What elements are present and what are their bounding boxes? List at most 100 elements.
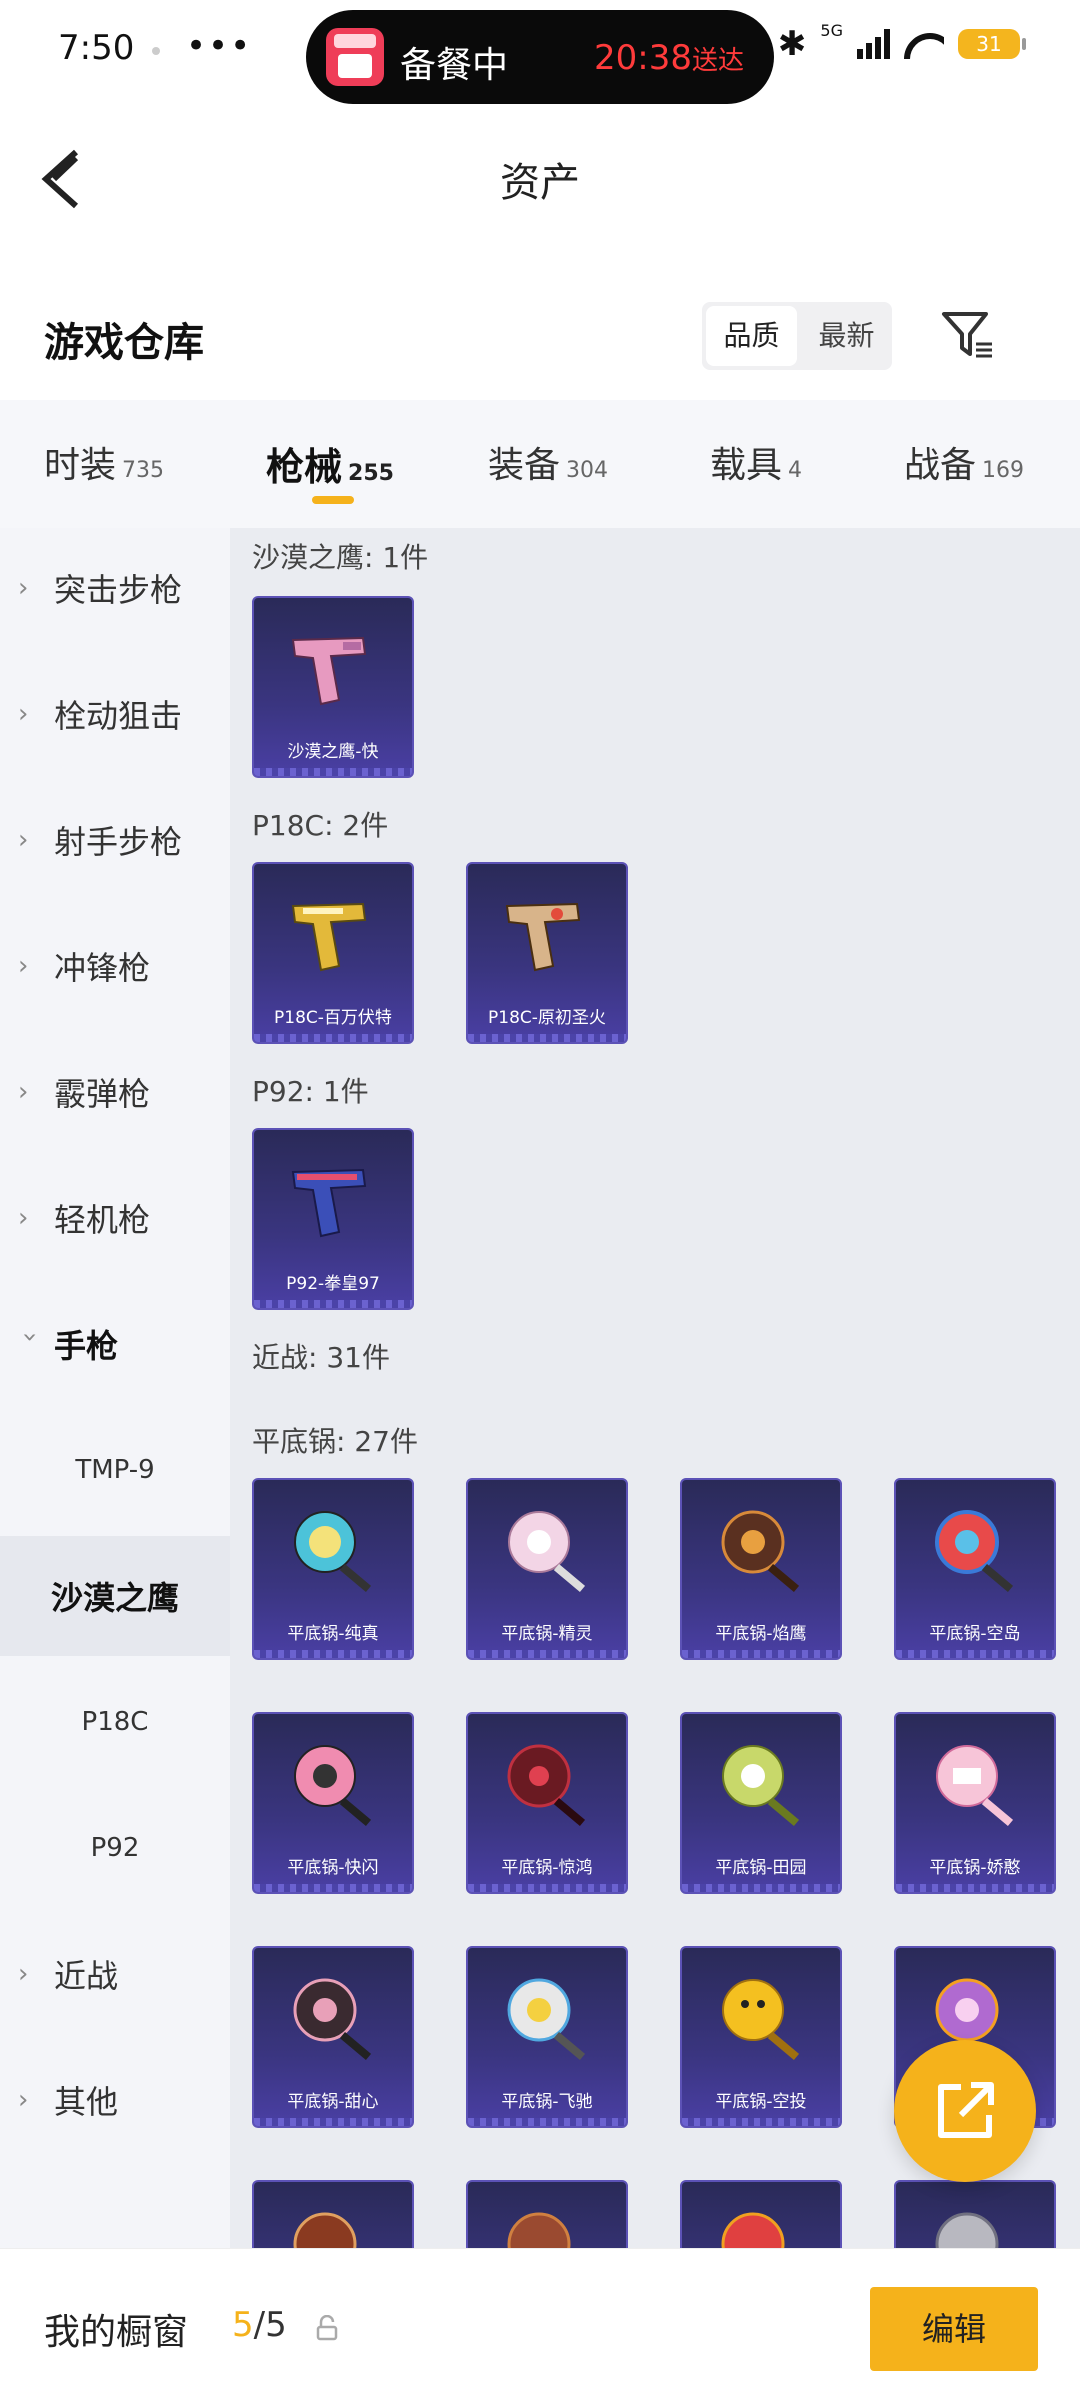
item-name: 平底锅-惊鸿	[501, 1858, 593, 1878]
item-card[interactable]: 平底锅-飞驰	[466, 1946, 628, 2128]
chevron-down-icon: ›	[15, 1332, 45, 1343]
sidebar-item-pistol[interactable]: › 手枪	[0, 1284, 230, 1404]
showcase-label: 我的橱窗	[44, 2312, 189, 2353]
pistol-icon	[505, 902, 581, 972]
sidebar-subitem-p92[interactable]: P92	[0, 1788, 230, 1908]
tab-supplies[interactable]: 战备 169	[904, 436, 1024, 488]
frying-pan-icon	[294, 1511, 372, 1592]
pistol-icon	[291, 636, 367, 706]
item-card[interactable]: P18C-百万伏特	[252, 862, 414, 1044]
pistol-icon	[291, 1168, 367, 1238]
item-name: 平底锅-空投	[715, 2092, 807, 2112]
more-dots-icon: •••	[186, 26, 253, 66]
sidebar-item-assault-rifle[interactable]: › 突击步枪	[0, 528, 230, 648]
sort-toggle: 品质 最新	[702, 302, 892, 370]
sidebar-item-other[interactable]: › 其他	[0, 2040, 230, 2160]
item-name: P92-拳皇97	[286, 1274, 380, 1294]
tab-equipment[interactable]: 装备 304	[488, 436, 608, 488]
tab-vehicles[interactable]: 载具 4	[710, 436, 802, 488]
network-label: 5G	[820, 20, 843, 40]
item-card[interactable]: 平底锅-惊鸿	[466, 1712, 628, 1894]
item-name: 平底锅-精灵	[501, 1624, 593, 1644]
sidebar-item-marksman-rifle[interactable]: › 射手步枪	[0, 780, 230, 900]
showcase-count: 5/5	[232, 2305, 287, 2345]
item-name: 平底锅-田园	[715, 1858, 807, 1878]
tab-guns[interactable]: 枪械 255	[266, 436, 394, 491]
category-tabs: 时装 735 枪械 255 装备 304 载具 4 战备 169	[0, 400, 1080, 528]
frying-pan-icon	[936, 1745, 1014, 1826]
frying-pan-icon	[294, 1745, 372, 1826]
live-activity-pill[interactable]: 备餐中 20:38送达	[306, 10, 774, 104]
share-button[interactable]	[894, 2040, 1036, 2182]
chevron-right-icon: ›	[18, 1203, 29, 1233]
item-card[interactable]: P18C-原初圣火	[466, 862, 628, 1044]
sidebar-item-lmg[interactable]: › 轻机枪	[0, 1158, 230, 1278]
frying-pan-icon	[721, 2212, 785, 2248]
tab-active-indicator	[312, 496, 354, 504]
chevron-right-icon: ›	[18, 1077, 29, 1107]
external-link-icon	[938, 2082, 994, 2138]
activity-text: 备餐中	[400, 45, 509, 86]
item-card[interactable]	[252, 2180, 414, 2248]
item-card[interactable]: 平底锅-空岛	[894, 1478, 1056, 1660]
item-name: 平底锅-甜心	[287, 2092, 379, 2112]
item-name: 平底锅-空岛	[929, 1624, 1021, 1644]
tab-fashion[interactable]: 时装 735	[44, 436, 164, 488]
item-card[interactable]	[466, 2180, 628, 2248]
frying-pan-icon	[935, 1510, 1014, 1592]
item-card[interactable]: 平底锅-甜心	[252, 1946, 414, 2128]
item-card[interactable]: 平底锅-纯真	[252, 1478, 414, 1660]
chevron-right-icon: ›	[18, 2085, 29, 2115]
notification-dot-icon	[152, 47, 160, 55]
frying-pan-icon	[508, 1511, 586, 1592]
sidebar-item-bolt-sniper[interactable]: › 栓动狙击	[0, 654, 230, 774]
frying-pan-icon	[935, 2212, 999, 2248]
item-card[interactable]: 平底锅-精灵	[466, 1478, 628, 1660]
sidebar-item-smg[interactable]: › 冲锋枪	[0, 906, 230, 1026]
activity-eta: 20:38送达	[594, 38, 744, 78]
app-header: 资产	[0, 100, 1080, 250]
item-grid-area: 沙漠之鹰: 1件 沙漠之鹰-快 P18C: 2件 P18C-百万伏特 P18C-…	[230, 528, 1080, 2248]
item-name: P18C-原初圣火	[488, 1008, 606, 1028]
edit-button[interactable]: 编辑	[870, 2287, 1038, 2371]
frying-pan-icon	[721, 1510, 800, 1592]
sort-newest-button[interactable]: 最新	[801, 302, 892, 370]
filter-button[interactable]	[940, 308, 994, 362]
warehouse-title: 游戏仓库	[44, 320, 204, 366]
sidebar-subitem-p18c[interactable]: P18C	[0, 1662, 230, 1782]
item-name: 平底锅-飞驰	[501, 2092, 593, 2112]
section-title-melee: 近战: 31件	[252, 1341, 390, 1374]
item-card[interactable]	[894, 2180, 1056, 2248]
item-name: 沙漠之鹰-快	[287, 742, 379, 762]
item-card[interactable]: 平底锅-娇憨	[894, 1712, 1056, 1894]
frying-pan-icon	[507, 1744, 586, 1826]
sidebar-item-melee[interactable]: › 近战	[0, 1914, 230, 2034]
item-name: 平底锅-娇憨	[929, 1858, 1021, 1878]
item-card[interactable]: 平底锅-焰鹰	[680, 1478, 842, 1660]
category-sidebar: › 突击步枪 › 栓动狙击 › 射手步枪 › 冲锋枪 › 霰弹枪 › 轻机枪 › 手枪 TMP…	[0, 528, 230, 2248]
frying-pan-icon	[293, 2212, 357, 2248]
item-card[interactable]: 平底锅-快闪	[252, 1712, 414, 1894]
frying-pan-icon	[722, 1745, 800, 1826]
item-card[interactable]	[680, 2180, 842, 2248]
sidebar-subitem-desert-eagle[interactable]: 沙漠之鹰	[0, 1536, 230, 1656]
sidebar-subitem-tmp9[interactable]: TMP-9	[0, 1410, 230, 1530]
battery-icon: 31	[958, 29, 1026, 59]
item-card[interactable]: 平底锅-田园	[680, 1712, 842, 1894]
section-title-deagle: 沙漠之鹰: 1件	[252, 541, 429, 574]
item-name: P18C-百万伏特	[274, 1008, 392, 1028]
bluetooth-icon: ✱	[777, 24, 807, 64]
sort-quality-button[interactable]: 品质	[706, 306, 797, 366]
filter-icon	[942, 312, 992, 358]
item-card[interactable]: P92-拳皇97	[252, 1128, 414, 1310]
store-icon	[326, 28, 384, 86]
chevron-right-icon: ›	[18, 951, 29, 981]
item-card[interactable]: 平底锅-空投	[680, 1946, 842, 2128]
bottom-bar: 我的橱窗 5/5 编辑	[0, 2248, 1080, 2400]
section-title-p18c: P18C: 2件	[252, 809, 389, 842]
chevron-right-icon: ›	[18, 573, 29, 603]
status-icons: ✱ 5G 31	[777, 20, 1026, 64]
item-card[interactable]: 沙漠之鹰-快	[252, 596, 414, 778]
sidebar-item-shotgun[interactable]: › 霰弹枪	[0, 1032, 230, 1152]
item-name: 平底锅-纯真	[287, 1624, 379, 1644]
